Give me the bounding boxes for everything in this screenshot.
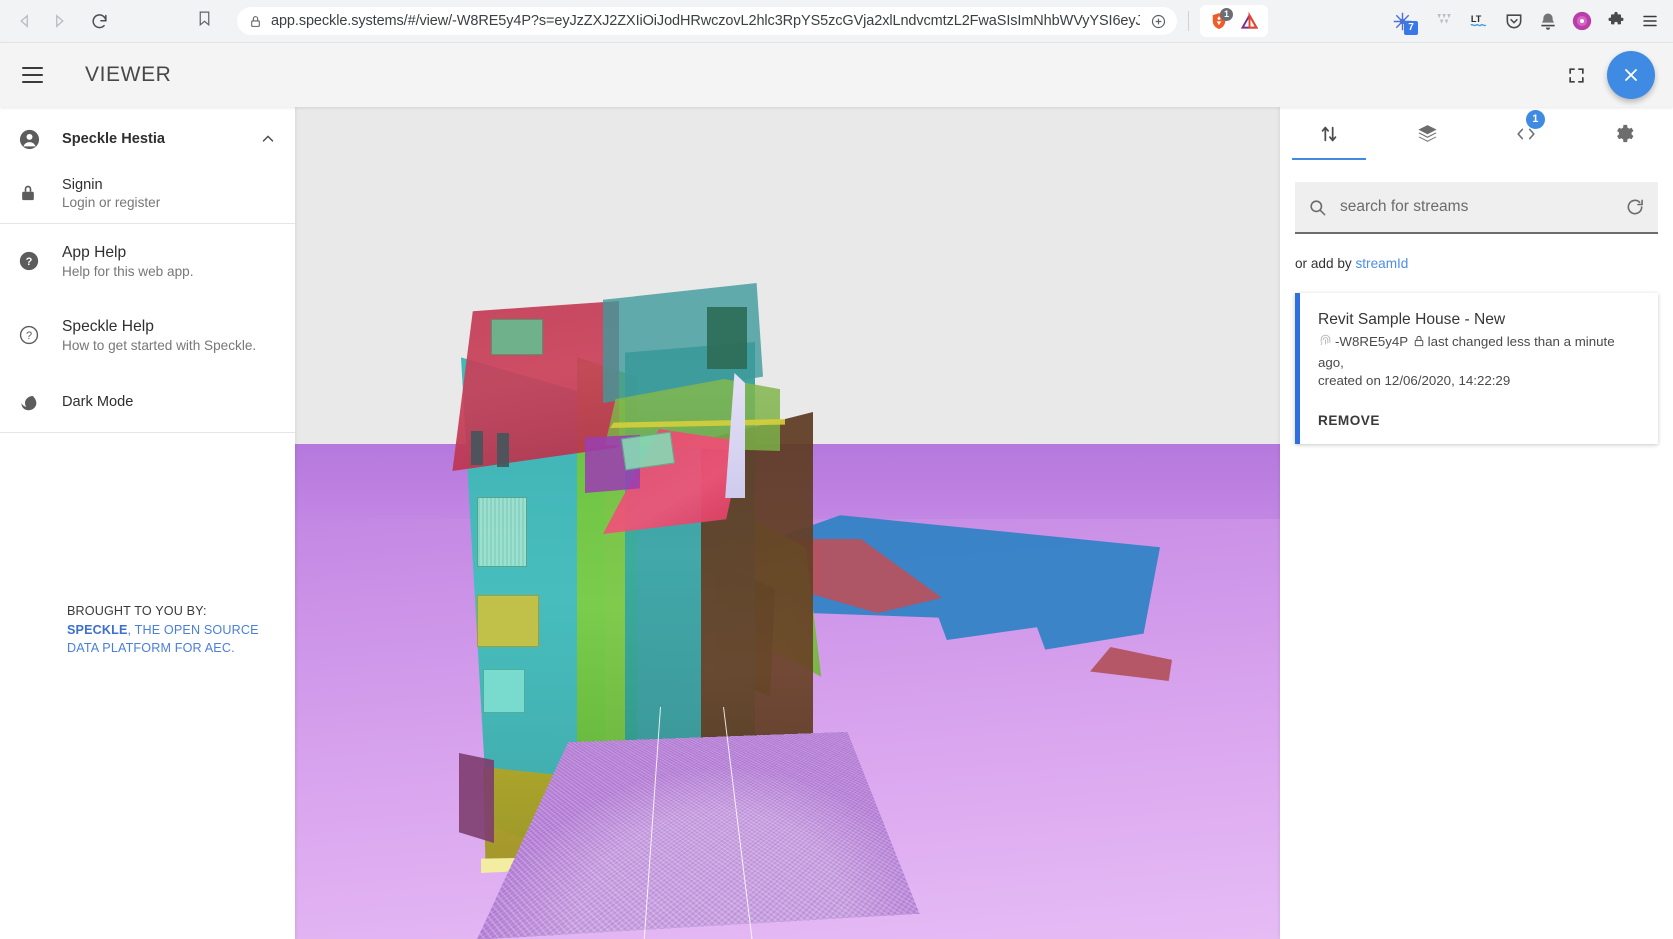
stream-id: -W8RE5y4P [1335, 334, 1408, 349]
app-header: VIEWER [0, 43, 1673, 107]
window-teal-1 [477, 497, 527, 567]
add-by-label: or add by [1295, 256, 1355, 271]
bookmark-icon[interactable] [196, 10, 213, 32]
profile-icon[interactable] [1567, 6, 1597, 36]
bell-icon[interactable] [1533, 6, 1563, 36]
panel-purple [459, 753, 494, 843]
stream-search-box[interactable] [1295, 182, 1658, 234]
sidebar-item-title: App Help [62, 244, 277, 262]
window-yellow [477, 595, 539, 647]
left-sidebar: Speckle Hestia Signin Login or register … [0, 107, 295, 939]
account-label: Speckle Hestia [62, 131, 165, 147]
sidebar-footer: BROUGHT TO YOU BY: SPECKLE, THE OPEN SOU… [0, 602, 295, 658]
grammarly-icon[interactable] [1431, 6, 1461, 36]
languagetool-icon[interactable]: LT [1465, 6, 1495, 36]
footer-credit-text: SPECKLE, THE OPEN SOURCE [67, 621, 273, 640]
window-slate-2 [497, 433, 509, 467]
lock-icon [249, 15, 262, 28]
help-filled-icon: ? [18, 250, 62, 272]
tab-layers[interactable] [1378, 107, 1476, 160]
sidebar-item-subtitle: How to get started with Speckle. [62, 338, 277, 353]
tab-streams[interactable] [1280, 107, 1378, 160]
reload-icon[interactable] [82, 4, 116, 38]
lock-outline-icon [1412, 334, 1426, 354]
puzzle-extensions-icon[interactable] [1601, 6, 1631, 36]
window-green-roof [491, 319, 543, 355]
panel-tabs: 1 [1280, 107, 1673, 160]
brave-shields-badge: 1 [1220, 8, 1233, 21]
close-button[interactable] [1607, 51, 1655, 99]
sidebar-item-title: Speckle Help [62, 318, 277, 336]
brave-shields-group: 1 [1200, 5, 1268, 37]
brave-triangle-icon[interactable] [1234, 6, 1264, 36]
browser-menu-icon[interactable] [1635, 6, 1665, 36]
sidebar-item-subtitle: Help for this web app. [62, 264, 277, 279]
fullscreen-icon[interactable] [1563, 62, 1589, 88]
url-text: app.speckle.systems/#/view/-W8RE5y4P?s=e… [271, 13, 1140, 29]
streamid-link[interactable]: streamId [1355, 256, 1408, 271]
moon-icon [18, 392, 62, 413]
stream-created-text: created on 12/06/2020, 14:22:29 [1318, 372, 1641, 391]
sidebar-item-account[interactable]: Speckle Hestia [0, 115, 295, 163]
sidebar-item-title: Dark Mode [62, 394, 277, 410]
svg-text:?: ? [26, 330, 32, 342]
search-icon [1308, 198, 1327, 217]
snowflake-badge: 7 [1404, 21, 1418, 35]
url-bar[interactable]: app.speckle.systems/#/view/-W8RE5y4P?s=e… [237, 7, 1177, 35]
stream-card[interactable]: Revit Sample House - New -W8RE5y4P last … [1295, 293, 1658, 444]
chevron-up-icon[interactable] [259, 130, 277, 148]
sidebar-divider-2 [0, 432, 295, 433]
sidebar-item-subtitle: Login or register [62, 195, 277, 210]
sidebar-item-signin[interactable]: Signin Login or register [0, 163, 295, 223]
sidebar-item-speckle-help[interactable]: ? Speckle Help How to get started with S… [0, 298, 295, 372]
footer-credit-rest: , THE OPEN SOURCE [128, 623, 259, 637]
add-by-streamid-line: or add by streamId [1295, 256, 1673, 271]
header-actions [1563, 51, 1673, 99]
snowflake-icon[interactable]: 7 [1387, 6, 1417, 36]
tab-settings[interactable] [1575, 107, 1673, 160]
roof-teal-dark [707, 307, 747, 369]
footer-credit-line3: DATA PLATFORM FOR AEC. [67, 639, 273, 658]
refresh-icon[interactable] [1625, 197, 1645, 217]
search-input[interactable] [1340, 198, 1625, 216]
window-teal-2 [483, 669, 525, 713]
window-slate-1 [471, 431, 483, 465]
back-arrow-icon[interactable] [8, 4, 42, 38]
pocket-icon[interactable] [1499, 6, 1529, 36]
right-panel: 1 or add by streamId Revit Sample House … [1280, 107, 1673, 939]
sidebar-item-title: Signin [62, 177, 277, 193]
remove-button[interactable]: REMOVE [1318, 413, 1380, 428]
stream-name: Revit Sample House - New [1318, 311, 1641, 329]
fingerprint-icon [1318, 333, 1333, 354]
toolbar-divider [1188, 11, 1189, 31]
brave-shields-icon[interactable]: 1 [1204, 6, 1234, 36]
sidebar-item-dark-mode[interactable]: Dark Mode [0, 372, 295, 432]
sidebar-item-app-help[interactable]: ? App Help Help for this web app. [0, 224, 295, 298]
browser-toolbar: app.speckle.systems/#/view/-W8RE5y4P?s=e… [0, 0, 1673, 43]
code-tab-badge: 1 [1526, 110, 1545, 129]
speckle-link[interactable]: SPECKLE [67, 623, 128, 637]
help-outline-icon: ? [18, 324, 62, 346]
lock-icon [18, 183, 62, 203]
footer-credit-label: BROUGHT TO YOU BY: [67, 602, 273, 621]
hamburger-menu-icon[interactable] [14, 57, 50, 93]
tab-code[interactable]: 1 [1477, 107, 1575, 160]
extensions-area: 7 LT [1387, 6, 1673, 36]
zoom-plus-icon[interactable] [1140, 13, 1167, 30]
forward-arrow-icon[interactable] [42, 4, 76, 38]
svg-text:?: ? [26, 256, 33, 268]
3d-model-viewport[interactable] [295, 107, 1280, 939]
svg-text:LT: LT [1471, 14, 1482, 24]
page-title: VIEWER [85, 63, 171, 87]
account-circle-icon [18, 128, 62, 151]
stream-meta: -W8RE5y4P last changed less than a minut… [1318, 333, 1641, 391]
